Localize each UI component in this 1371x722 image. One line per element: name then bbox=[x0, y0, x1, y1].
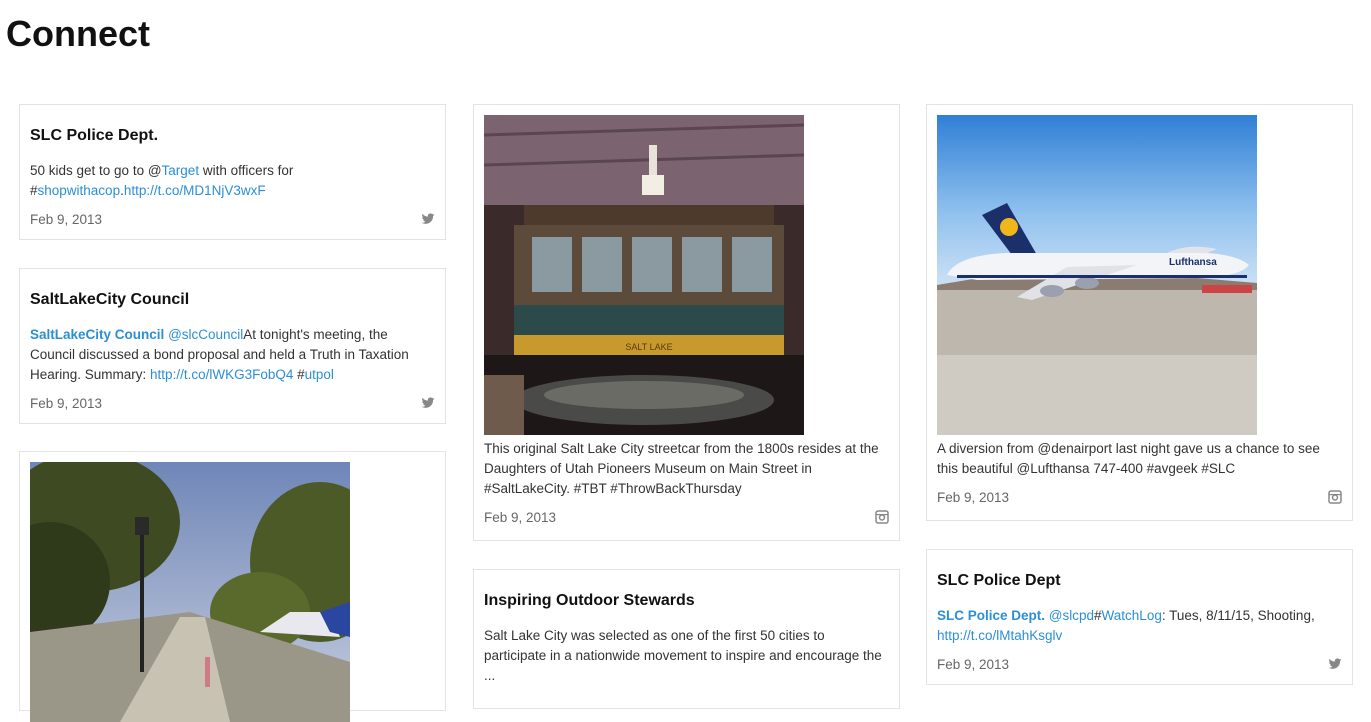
card-text: 50 kids get to go to @Target with office… bbox=[30, 161, 330, 201]
post-date: Feb 9, 2013 bbox=[937, 489, 1010, 505]
post-date: Feb 9, 2013 bbox=[937, 656, 1010, 672]
card-meta: Feb 9, 2013 bbox=[484, 507, 889, 527]
handle-link[interactable]: @slcCouncil bbox=[168, 327, 243, 342]
hashtag-link[interactable]: WatchLog bbox=[1102, 608, 1162, 623]
feed-card-police-watchlog: SLC Police Dept SLC Police Dept. @slcpd#… bbox=[926, 549, 1353, 685]
card-title: Inspiring Outdoor Stewards bbox=[484, 592, 695, 609]
twitter-icon[interactable] bbox=[1328, 657, 1342, 671]
text-segment: # bbox=[1094, 608, 1102, 623]
feed-card-park-photo bbox=[19, 451, 446, 722]
url-link[interactable]: http://t.co/lMtahKsglv bbox=[937, 628, 1062, 643]
park-photo[interactable] bbox=[30, 462, 350, 722]
card-text: Salt Lake City was selected as one of th… bbox=[484, 628, 882, 683]
author-link[interactable]: SLC Police Dept. bbox=[937, 608, 1045, 623]
card-meta: Feb 9, 2013 bbox=[30, 393, 435, 413]
text-segment: 50 kids get to go to @ bbox=[30, 163, 162, 178]
hashtag-link[interactable]: utpol bbox=[305, 367, 334, 382]
url-link[interactable]: http://t.co/lWKG3FobQ4 bbox=[150, 367, 293, 382]
card-text: A diversion from @denairport last night … bbox=[937, 441, 1320, 476]
feed-card-streetcar: SALT LAKE This original Salt Lake City s… bbox=[473, 104, 900, 541]
card-text: This original Salt Lake City streetcar f… bbox=[484, 441, 879, 496]
post-date: Feb 9, 2013 bbox=[30, 395, 103, 411]
card-meta: Feb 9, 2013 bbox=[937, 487, 1342, 507]
page-title: Connect bbox=[6, 13, 150, 54]
instagram-icon[interactable] bbox=[1328, 490, 1342, 504]
twitter-icon[interactable] bbox=[421, 396, 435, 410]
feed-card-police: SLC Police Dept. 50 kids get to go to @T… bbox=[19, 104, 446, 240]
streetcar-photo[interactable]: SALT LAKE bbox=[484, 115, 804, 435]
card-meta: Feb 9, 2013 bbox=[937, 654, 1342, 674]
handle-link[interactable]: @slcpd bbox=[1049, 608, 1094, 623]
card-title: SLC Police Dept. bbox=[30, 127, 159, 144]
card-title: SLC Police Dept bbox=[937, 572, 1061, 589]
text-segment: # bbox=[293, 367, 305, 382]
airplane-photo[interactable]: Lufthansa bbox=[937, 115, 1257, 435]
card-meta: Feb 9, 2013 bbox=[30, 209, 435, 229]
post-date: Feb 9, 2013 bbox=[30, 211, 103, 227]
feed-card-lufthansa: Lufthansa A diversion from @denairport l… bbox=[926, 104, 1353, 521]
card-text: SLC Police Dept. @slcpd#WatchLog: Tues, … bbox=[937, 606, 1342, 646]
twitter-icon[interactable] bbox=[421, 212, 435, 226]
text-segment: : Tues, 8/11/15, Shooting, bbox=[1161, 608, 1315, 623]
instagram-icon[interactable] bbox=[875, 510, 889, 524]
hashtag-link[interactable]: shopwithacop bbox=[38, 183, 121, 198]
card-text: SaltLakeCity Council @slcCouncilAt tonig… bbox=[30, 325, 435, 385]
author-link[interactable]: SaltLakeCity Council bbox=[30, 327, 164, 342]
feed-card-stewards: Inspiring Outdoor Stewards Salt Lake Cit… bbox=[473, 569, 900, 709]
card-title: SaltLakeCity Council bbox=[30, 291, 190, 308]
airplane-livery: Lufthansa bbox=[1169, 257, 1217, 268]
url-link[interactable]: http://t.co/MD1NjV3wxF bbox=[124, 183, 266, 198]
streetcar-sign: SALT LAKE bbox=[625, 342, 672, 352]
mention-link[interactable]: Target bbox=[162, 163, 200, 178]
feed-card-council: SaltLakeCity Council SaltLakeCity Counci… bbox=[19, 268, 446, 424]
post-date: Feb 9, 2013 bbox=[484, 509, 557, 525]
